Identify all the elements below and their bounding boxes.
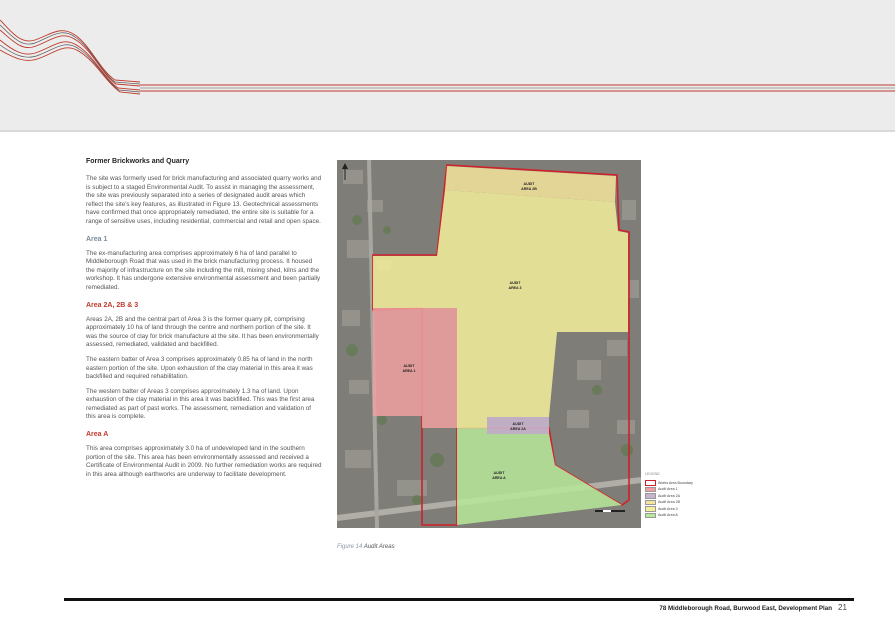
section-title: Former Brickworks and Quarry xyxy=(86,158,190,165)
figure-caption: Figure 14 Audit Areas xyxy=(337,544,395,550)
audit-area-1 xyxy=(373,308,457,428)
area1-heading: Area 1 xyxy=(86,235,108,243)
map-legend: LEGEND Works Area Boundary Audit Area 1 Au… xyxy=(645,471,705,519)
areaA-paragraph: This area comprises approximately 3.0 ha… xyxy=(86,445,322,478)
label-area-1: AUDIT AREA 1 xyxy=(402,364,415,373)
footer-rule xyxy=(64,598,854,601)
footer-document-title: 78 Middleborough Road, Burwood East, Dev… xyxy=(659,605,832,612)
legend-swatch xyxy=(645,480,656,486)
legend-swatch xyxy=(645,499,656,505)
aerial-map-svg: AUDIT AREA 2B AUDIT AREA 3 AUDIT AREA 1 AUD… xyxy=(337,160,641,528)
body-text-column: Former Brickworks and Quarry The site wa… xyxy=(86,157,322,485)
legend-swatch xyxy=(645,506,656,512)
area1-paragraph: The ex-manufacturing area comprises appr… xyxy=(86,249,321,291)
label-area-a: AUDIT AREA A xyxy=(492,471,506,480)
legend-swatch xyxy=(645,512,656,518)
areaA-heading: Area A xyxy=(86,431,109,439)
audit-areas-map: AUDIT AREA 2B AUDIT AREA 3 AUDIT AREA 1 AUD… xyxy=(337,160,641,528)
header-rule-lines xyxy=(140,84,895,92)
figure-title: Audit Areas xyxy=(363,544,395,550)
page-header-band xyxy=(0,0,895,132)
legend-label: Audit Area A xyxy=(658,513,678,517)
legend-swatch xyxy=(645,486,656,492)
intro-paragraph: The site was formerly used for brick man… xyxy=(86,175,322,225)
area2-paragraph-2: The eastern batter of Area 3 comprises a… xyxy=(86,355,313,381)
legend-row: Audit Area A xyxy=(645,512,705,519)
scale-bar xyxy=(595,510,625,512)
figure-number: Figure 14 xyxy=(337,544,363,550)
label-area-3: AUDIT AREA 3 xyxy=(508,281,521,290)
page-number: 21 xyxy=(838,603,847,612)
area2-heading: Area 2A, 2B & 3 xyxy=(86,301,139,309)
area2-paragraph-1: Areas 2A, 2B and the central part of Are… xyxy=(86,315,319,349)
area2-paragraph-3: The western batter of Areas 3 comprises … xyxy=(86,387,315,421)
legend-swatch xyxy=(645,493,656,499)
legend-title: LEGEND xyxy=(645,472,660,476)
